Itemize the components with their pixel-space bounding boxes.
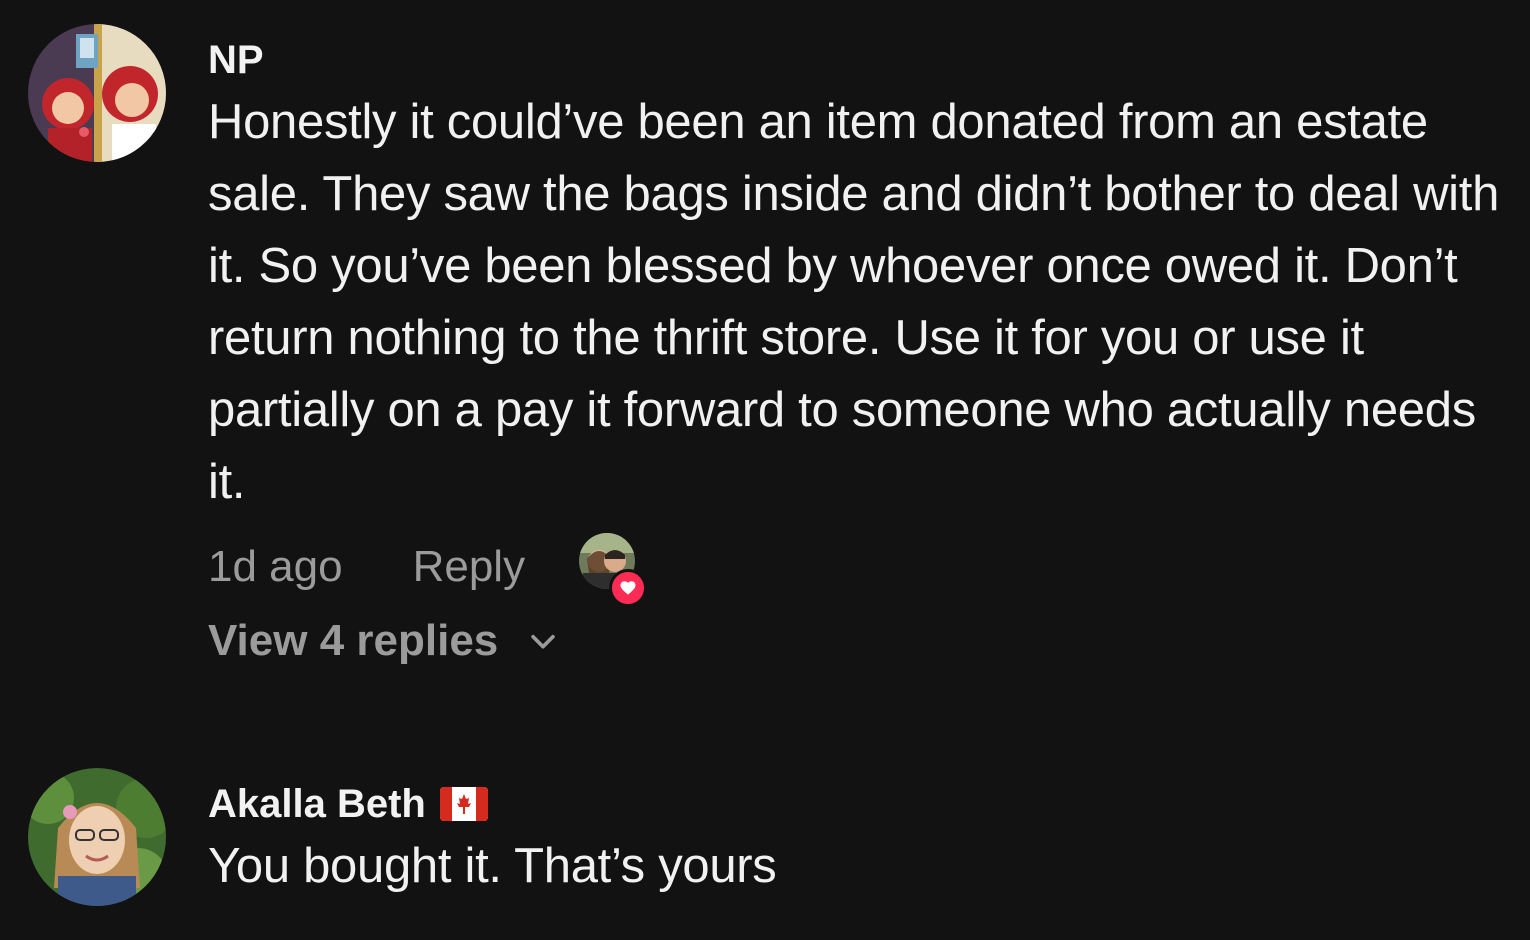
- comment-username[interactable]: Akalla Beth: [208, 780, 1510, 828]
- avatar-photo-icon: [28, 768, 166, 906]
- comment-username[interactable]: NP: [208, 36, 1510, 84]
- username-text[interactable]: NP: [208, 36, 264, 84]
- username-text[interactable]: Akalla Beth: [208, 780, 426, 828]
- comment-timestamp: 1d ago: [208, 542, 343, 591]
- reply-button[interactable]: Reply: [413, 542, 526, 592]
- comment-text: Honestly it could’ve been an item donate…: [208, 95, 1500, 509]
- comment-text: You bought it. That’s yours: [208, 839, 777, 893]
- canada-flag-icon: [439, 787, 488, 821]
- user-avatar[interactable]: [28, 768, 166, 906]
- view-replies-label[interactable]: View 4 replies: [208, 616, 498, 666]
- heart-icon: [609, 569, 648, 607]
- view-replies-button[interactable]: View 4 replies: [208, 616, 560, 666]
- comment-meta-row: 1d ago Reply: [208, 532, 1510, 607]
- creator-liked-indicator: [579, 533, 648, 607]
- avatar-illustration-icon: [28, 24, 166, 162]
- chevron-down-icon[interactable]: [526, 624, 560, 658]
- user-avatar[interactable]: [28, 24, 166, 162]
